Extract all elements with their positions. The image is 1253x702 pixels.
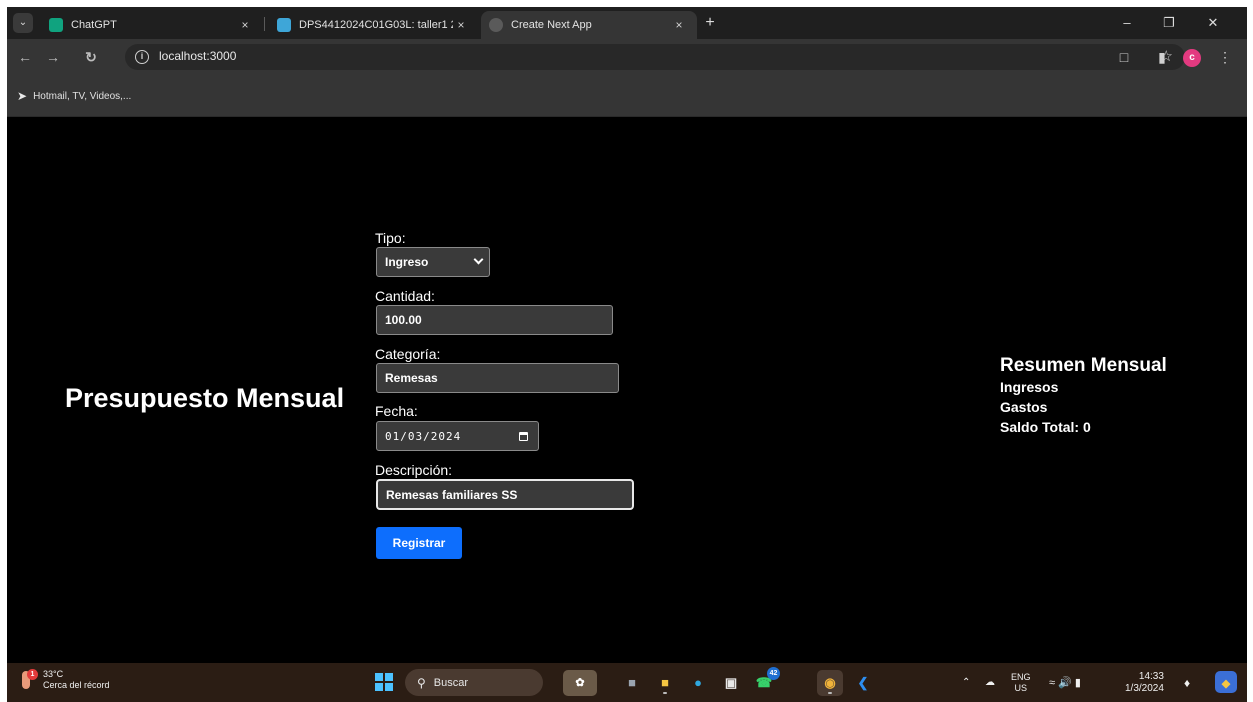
onedrive-icon[interactable]: ☁ — [985, 663, 995, 702]
notification-bell-icon[interactable]: ♦ — [1184, 663, 1190, 702]
close-tab-icon[interactable]: × — [453, 18, 469, 32]
show-hidden-icons[interactable]: ⌃ — [962, 663, 970, 702]
bookmarks-bar: ➤ Hotmail, TV, Videos,... — [7, 75, 1247, 117]
windows-start-icon[interactable] — [375, 673, 393, 691]
weather-widget[interactable]: 1 33°C Cerca del récord — [19, 669, 110, 691]
language-indicator[interactable]: ENG US — [1011, 663, 1031, 702]
bookmark-label: Hotmail, TV, Videos,... — [33, 90, 132, 102]
chatgpt-favicon-icon — [49, 18, 63, 32]
close-window-icon[interactable]: ✕ — [1193, 11, 1233, 35]
menu-icon[interactable]: ⋮ — [1215, 47, 1235, 67]
fecha-input[interactable]: 01/03/2024 — [376, 421, 539, 451]
categoria-value: Remesas — [385, 371, 438, 385]
cantidad-input[interactable]: 100.00 — [376, 305, 613, 335]
tipo-selected-value: Ingreso — [385, 255, 429, 269]
tipo-label: Tipo: — [375, 230, 406, 246]
profile-avatar[interactable]: c — [1183, 49, 1201, 67]
page-title: Presupuesto Mensual — [65, 383, 345, 413]
tab-title: ChatGPT — [71, 19, 117, 31]
taskbar: 1 33°C Cerca del récord ⚲ Buscar ✿ ■ ■ ●… — [7, 663, 1247, 702]
fecha-label: Fecha: — [375, 403, 418, 419]
close-tab-icon[interactable]: × — [671, 18, 687, 32]
whatsapp-icon[interactable]: ☎ 42 — [751, 667, 780, 696]
browser-window: ⌄ ChatGPT × DPS4412024C01G03L: taller1 2… — [7, 7, 1247, 663]
taskbar-search[interactable]: ⚲ Buscar — [405, 669, 543, 696]
search-icon: ⚲ — [417, 675, 426, 690]
categoria-input[interactable]: Remesas — [376, 363, 619, 393]
weather-alert-badge: 1 — [27, 669, 38, 680]
browser-toolbar: ← → ↻ i localhost:3000 ☆ □ ▮ ⋮ — [7, 39, 1247, 75]
clock-time: 14:33 — [1138, 670, 1164, 682]
tab-title: DPS4412024C01G03L: taller1 2( — [299, 19, 453, 31]
extensions-icon[interactable]: □ — [1114, 47, 1134, 67]
page-content: Presupuesto Mensual Tipo: Ingreso Cantid… — [7, 117, 1247, 663]
weather-description: Cerca del récord — [43, 680, 110, 690]
summary-panel: Resumen Mensual Ingresos Gastos Saldo To… — [1000, 355, 1167, 437]
summary-saldo: Saldo Total: 0 — [1000, 419, 1091, 435]
language-code: ENG — [1011, 671, 1031, 682]
tab-chatgpt[interactable]: ChatGPT × — [41, 11, 263, 39]
url-text[interactable]: localhost:3000 — [159, 49, 236, 63]
edge-icon[interactable]: ● — [685, 670, 711, 696]
summary-ingresos: Ingresos — [1000, 379, 1059, 395]
forward-icon[interactable]: → — [43, 47, 63, 67]
tab-search-button[interactable]: ⌄ — [13, 13, 33, 33]
site-info-icon[interactable]: i — [135, 50, 149, 64]
file-explorer-icon[interactable]: ■ — [652, 670, 678, 696]
network-volume-battery-icons[interactable]: ≈ 🔊 ▮ — [1049, 663, 1081, 702]
tipo-select[interactable]: Ingreso — [376, 247, 490, 277]
classroom-favicon-icon — [277, 18, 291, 32]
descripcion-input[interactable]: Remesas familiares SS — [376, 479, 634, 510]
thermometer-icon: 1 — [19, 669, 38, 691]
store-icon[interactable]: ▣ — [718, 670, 744, 696]
close-tab-icon[interactable]: × — [237, 18, 253, 32]
categoria-label: Categoría: — [375, 346, 441, 362]
task-view-icon[interactable]: ■ — [619, 670, 645, 696]
descripcion-label: Descripción: — [375, 462, 453, 478]
tab-create-next-app[interactable]: Create Next App × — [481, 11, 697, 39]
copilot-icon[interactable]: ◆ — [1215, 671, 1237, 693]
keyboard-layout: US — [1014, 682, 1028, 693]
cantidad-label: Cantidad: — [375, 288, 435, 304]
tab-dps[interactable]: DPS4412024C01G03L: taller1 2( × — [269, 11, 479, 39]
vscode-icon[interactable]: ❮ — [850, 670, 876, 696]
address-bar[interactable]: i localhost:3000 ☆ — [125, 44, 1185, 70]
restore-icon[interactable]: ❐ — [1149, 11, 1189, 35]
summary-title: Resumen Mensual — [1000, 355, 1167, 376]
search-label: Buscar — [433, 676, 469, 689]
new-tab-button[interactable]: + — [700, 13, 720, 33]
registrar-button[interactable]: Registrar — [376, 527, 462, 559]
weather-temp: 33°C — [43, 669, 64, 679]
chevron-down-icon — [473, 254, 484, 265]
tab-strip: ⌄ ChatGPT × DPS4412024C01G03L: taller1 2… — [7, 7, 1247, 39]
reload-icon[interactable]: ↻ — [81, 47, 101, 67]
bookmark-hotmail[interactable]: ➤ Hotmail, TV, Videos,... — [17, 89, 131, 103]
minimize-icon[interactable]: – — [1107, 11, 1147, 35]
descripcion-value: Remesas familiares SS — [386, 487, 518, 502]
bookmark-favicon-icon: ➤ — [17, 89, 28, 103]
clock[interactable]: 14:33 1/3/2024 — [1125, 663, 1164, 702]
calendar-icon[interactable] — [519, 432, 528, 441]
widgets-icon[interactable]: ✿ — [563, 670, 597, 696]
summary-gastos: Gastos — [1000, 399, 1048, 415]
whatsapp-badge: 42 — [767, 667, 780, 680]
side-panel-icon[interactable]: ▮ — [1152, 47, 1172, 67]
clock-date: 1/3/2024 — [1125, 682, 1164, 694]
tab-title: Create Next App — [511, 19, 592, 31]
fecha-value: 01/03/2024 — [385, 429, 462, 443]
chrome-icon[interactable]: ◉ — [817, 670, 843, 696]
globe-favicon-icon — [489, 18, 503, 32]
cantidad-value: 100.00 — [385, 313, 422, 327]
tab-divider — [264, 17, 265, 31]
back-icon[interactable]: ← — [15, 47, 35, 67]
